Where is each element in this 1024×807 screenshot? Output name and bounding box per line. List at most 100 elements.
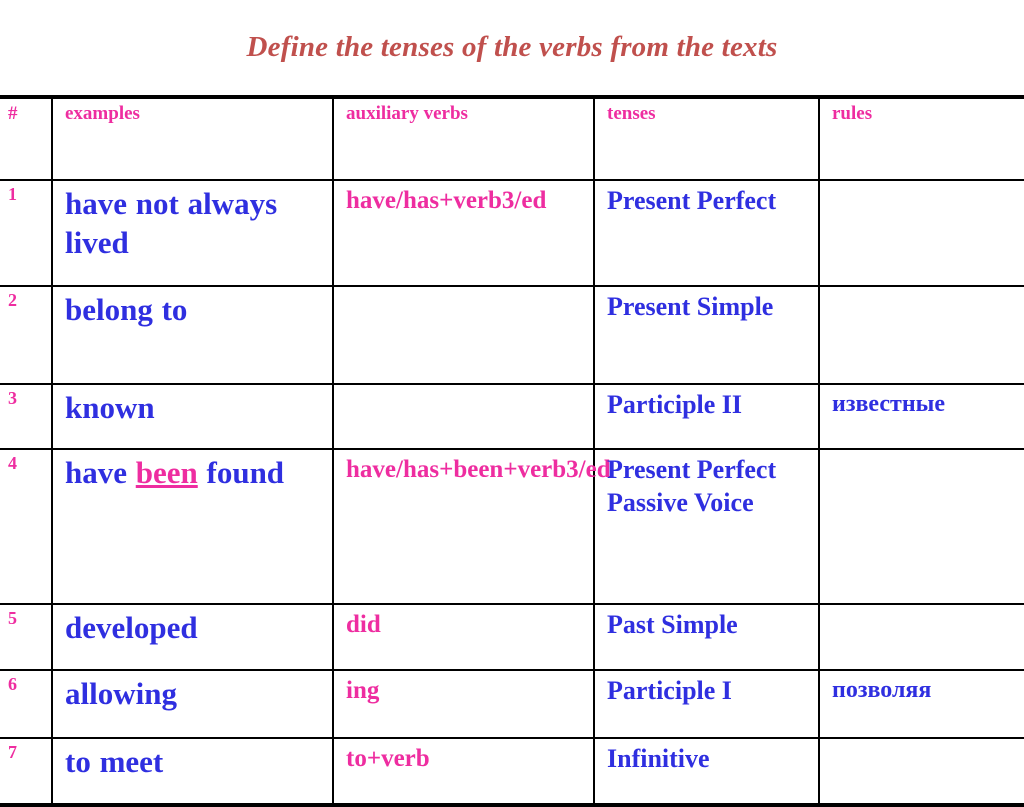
example-prefix: known bbox=[65, 390, 155, 425]
example-prefix: to meet bbox=[65, 744, 164, 779]
example-cell: known bbox=[52, 384, 334, 450]
row-number: 1 bbox=[8, 184, 17, 204]
tense-cell: Present Perfect bbox=[594, 180, 820, 287]
auxiliary-text: have/has+been+verb3/ed bbox=[346, 456, 611, 483]
rule-text bbox=[820, 609, 1024, 610]
rule-cell bbox=[819, 286, 1024, 385]
tense-text: Participle II bbox=[607, 390, 743, 419]
auxiliary-text: did bbox=[346, 611, 381, 638]
row-number: 7 bbox=[8, 742, 17, 762]
page-title: Define the tenses of the verbs from the … bbox=[246, 30, 778, 63]
table-row: 4 have been found have/has+been+verb3/ed… bbox=[0, 449, 1024, 605]
example-highlight: been bbox=[135, 455, 198, 490]
auxiliary-cell bbox=[333, 286, 595, 385]
table-header-row: # examples auxiliary verbs tenses rules bbox=[0, 97, 1024, 181]
header-cell-examples: examples bbox=[52, 97, 334, 181]
tense-cell: Infinitive bbox=[594, 738, 820, 805]
row-number: 5 bbox=[8, 608, 17, 628]
tense-text: Present Simple bbox=[607, 292, 774, 321]
example-prefix: allowing bbox=[65, 676, 177, 711]
row-number-cell: 6 bbox=[0, 670, 53, 739]
rule-text bbox=[820, 743, 1024, 744]
row-number: 3 bbox=[8, 388, 17, 408]
example-cell: to meet bbox=[52, 738, 334, 805]
table-row: 2 belong to Present Simple bbox=[0, 286, 1024, 385]
slide-root: Define the tenses of the verbs from the … bbox=[0, 0, 1024, 807]
row-number-cell: 2 bbox=[0, 286, 53, 385]
example-prefix: developed bbox=[65, 610, 198, 645]
example-prefix: have bbox=[65, 455, 136, 490]
example-text: known bbox=[53, 389, 332, 428]
rule-cell: известные bbox=[819, 384, 1024, 450]
tense-cell: Participle II bbox=[594, 384, 820, 450]
verb-tenses-table: # examples auxiliary verbs tenses rules … bbox=[0, 95, 1024, 807]
header-label-num: # bbox=[8, 103, 18, 124]
rule-cell bbox=[819, 180, 1024, 287]
row-number-cell: 1 bbox=[0, 180, 53, 287]
header-label-examples: examples bbox=[65, 103, 140, 124]
auxiliary-cell: have/has+verb3/ed bbox=[333, 180, 595, 287]
auxiliary-cell: did bbox=[333, 604, 595, 671]
tense-text: Past Simple bbox=[607, 610, 738, 639]
tense-text: Present Perfect bbox=[607, 186, 777, 215]
header-label-tenses: tenses bbox=[607, 103, 656, 124]
rule-cell bbox=[819, 738, 1024, 805]
header-cell-tenses: tenses bbox=[594, 97, 820, 181]
rule-cell bbox=[819, 604, 1024, 671]
title-container: Define the tenses of the verbs from the … bbox=[0, 0, 1024, 95]
rule-cell: позволяя bbox=[819, 670, 1024, 739]
rule-cell bbox=[819, 449, 1024, 605]
row-number: 4 bbox=[8, 453, 17, 473]
example-text: belong to bbox=[53, 291, 332, 330]
row-number-cell: 7 bbox=[0, 738, 53, 805]
tense-cell: Present Perfect Passive Voice bbox=[594, 449, 820, 605]
auxiliary-cell: ing bbox=[333, 670, 595, 739]
header-cell-rules: rules bbox=[819, 97, 1024, 181]
row-number-cell: 4 bbox=[0, 449, 53, 605]
example-text: have been found bbox=[53, 454, 332, 493]
example-text: allowing bbox=[53, 675, 332, 714]
auxiliary-cell: have/has+been+verb3/ed bbox=[333, 449, 611, 605]
auxiliary-cell bbox=[333, 384, 595, 450]
row-number-cell: 3 bbox=[0, 384, 53, 450]
example-prefix: have not always lived bbox=[65, 186, 278, 260]
example-text: to meet bbox=[53, 743, 332, 782]
example-cell: allowing bbox=[52, 670, 334, 739]
example-prefix: belong to bbox=[65, 292, 188, 327]
tense-cell: Present Simple bbox=[594, 286, 820, 385]
auxiliary-text bbox=[334, 389, 593, 390]
rule-text: известные bbox=[832, 391, 946, 417]
rule-text bbox=[820, 454, 1024, 455]
auxiliary-text: ing bbox=[346, 677, 380, 704]
table-row: 5 developed did Past Simple bbox=[0, 604, 1024, 671]
tense-cell: Past Simple bbox=[594, 604, 820, 671]
header-label-rules: rules bbox=[832, 103, 873, 124]
auxiliary-text: to+verb bbox=[346, 745, 430, 772]
header-label-auxiliary: auxiliary verbs bbox=[346, 103, 468, 124]
auxiliary-cell: to+verb bbox=[333, 738, 595, 805]
table-row: 3 known Participle II известные bbox=[0, 384, 1024, 450]
tense-text: Infinitive bbox=[607, 744, 710, 773]
table-row: 7 to meet to+verb Infinitive bbox=[0, 738, 1024, 805]
header-cell-num: # bbox=[0, 97, 53, 181]
tense-text: Participle I bbox=[607, 676, 732, 705]
tense-cell: Participle I bbox=[594, 670, 820, 739]
rule-text bbox=[820, 185, 1024, 186]
rule-text bbox=[820, 291, 1024, 292]
example-suffix: found bbox=[197, 455, 285, 490]
row-number-cell: 5 bbox=[0, 604, 53, 671]
row-number: 2 bbox=[8, 290, 17, 310]
example-text: developed bbox=[53, 609, 332, 648]
example-cell: have not always lived bbox=[52, 180, 334, 287]
table-row: 1 have not always lived have/has+verb3/e… bbox=[0, 180, 1024, 287]
auxiliary-text: have/has+verb3/ed bbox=[346, 187, 547, 214]
example-text: have not always lived bbox=[53, 185, 332, 263]
example-cell: have been found bbox=[52, 449, 334, 605]
auxiliary-text bbox=[334, 291, 593, 292]
tense-text: Present Perfect Passive Voice bbox=[607, 455, 777, 517]
rule-text: позволяя bbox=[832, 677, 932, 703]
table-row: 6 allowing ing Participle I позволяя bbox=[0, 670, 1024, 739]
row-number: 6 bbox=[8, 674, 17, 694]
example-cell: belong to bbox=[52, 286, 334, 385]
example-cell: developed bbox=[52, 604, 334, 671]
